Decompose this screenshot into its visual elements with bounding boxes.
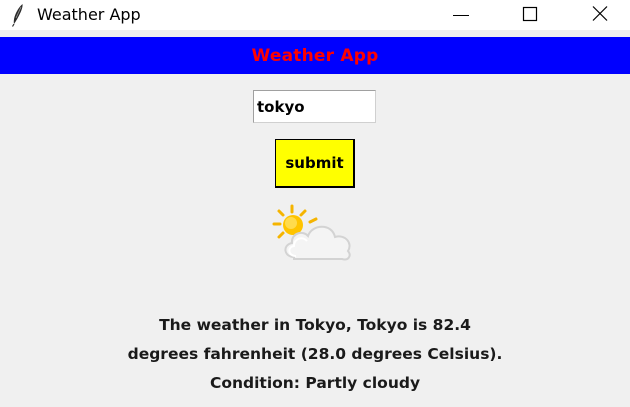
weather-result: The weather in Tokyo, Tokyo is 82.4 degr… xyxy=(60,311,570,398)
close-icon[interactable] xyxy=(577,0,623,30)
result-line: The weather in Tokyo, Tokyo is 82.4 xyxy=(159,316,471,334)
window-title: Weather App xyxy=(37,5,141,24)
city-input[interactable] xyxy=(253,90,376,123)
header-banner: Weather App xyxy=(0,37,630,74)
minimize-icon[interactable] xyxy=(438,0,484,30)
result-line: degrees fahrenheit (28.0 degrees Celsius… xyxy=(127,345,503,363)
header-title: Weather App xyxy=(251,46,379,66)
title-bar: Weather App xyxy=(0,0,630,30)
submit-button[interactable]: submit xyxy=(275,139,355,188)
result-line: Condition: Partly cloudy xyxy=(209,374,421,392)
maximize-icon[interactable] xyxy=(507,0,553,30)
feather-icon xyxy=(10,3,26,27)
partly-cloudy-icon xyxy=(272,204,356,264)
